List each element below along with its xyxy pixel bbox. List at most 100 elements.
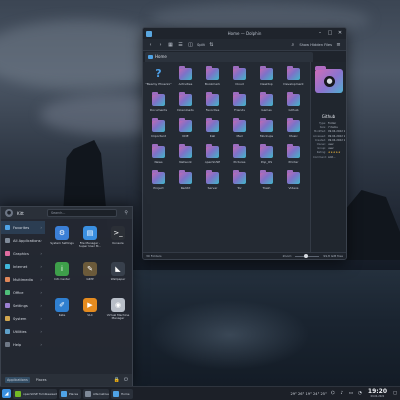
lock-icon[interactable]: 🔒 [114, 377, 120, 383]
category-item[interactable]: All Applications › [1, 234, 45, 247]
file-item[interactable]: Trash [253, 168, 280, 194]
split-icon[interactable]: ◫ [187, 42, 194, 48]
taskbar-task[interactable]: Alternative [83, 388, 109, 399]
file-item[interactable]: Server [199, 168, 226, 194]
category-item[interactable]: Graphics › [1, 247, 45, 260]
taskbar-task[interactable]: Home [111, 388, 133, 399]
taskbar-task[interactable]: Places [59, 388, 81, 399]
forward-icon[interactable]: › [157, 42, 164, 48]
search-input[interactable]: Search... [47, 209, 117, 217]
power-icon[interactable]: ⏻ [124, 377, 128, 383]
minimize-icon[interactable]: – [317, 30, 323, 36]
category-item[interactable]: Settings › [1, 299, 45, 312]
file-item[interactable]: Github [280, 90, 307, 116]
file-item[interactable]: News [145, 142, 172, 168]
split-button[interactable]: Split [197, 43, 205, 47]
close-icon[interactable]: ✕ [337, 30, 343, 36]
category-item[interactable]: Favorites › [1, 221, 45, 234]
category-item[interactable]: Multimedia › [1, 273, 45, 286]
zoom-slider[interactable] [295, 254, 320, 258]
app-icon: ◣ [111, 262, 125, 276]
file-item[interactable]: Music [280, 116, 307, 142]
icon-view-icon[interactable]: ▦ [167, 42, 174, 48]
file-item[interactable]: KDE [172, 116, 199, 142]
network-icon[interactable]: ⌬ [330, 391, 336, 396]
info-value[interactable]: Add... [328, 156, 345, 160]
file-item[interactable]: Development [280, 64, 307, 90]
file-item[interactable]: Desktop [253, 64, 280, 90]
show-hidden-button[interactable]: Show Hidden Files [299, 43, 332, 47]
category-icon [5, 342, 10, 347]
favorites-grid: ⚙ System Settings ▤ File Manager - Super Us… [48, 223, 130, 331]
app-tile[interactable]: ▶ VLC [76, 295, 104, 331]
window-titlebar[interactable]: Home — Dolphin – □ ✕ [143, 28, 346, 39]
file-item[interactable]: ? "Beamy Phoenix" [145, 64, 172, 90]
clipboard-icon[interactable]: ▭ [348, 391, 354, 396]
file-item[interactable]: Bookmark [199, 64, 226, 90]
app-tile[interactable]: >_ Konsole [104, 223, 132, 259]
app-tile[interactable]: ▤ File Manager - Super User M... [76, 223, 104, 259]
file-manager-window[interactable]: Home — Dolphin – □ ✕ ‹ › ▦ ☰ ◫ Split ⇅ ⌕… [142, 27, 347, 260]
file-item[interactable]: Friends [226, 90, 253, 116]
file-item[interactable]: Favorites [199, 90, 226, 116]
app-icon: ⚙ [55, 226, 69, 240]
category-item[interactable]: Internet › [1, 260, 45, 273]
folder-icon [179, 118, 192, 132]
app-tile[interactable]: ✐ Kate [48, 295, 76, 331]
category-item[interactable]: Help › [1, 338, 45, 351]
file-item[interactable]: Games [253, 90, 280, 116]
back-icon[interactable]: ‹ [147, 42, 154, 48]
app-tile[interactable]: ⚙ System Settings [48, 223, 76, 259]
tab-home[interactable]: Home [145, 52, 313, 62]
app-tile[interactable]: ◉ Virtual Machine Manager [104, 295, 132, 331]
app-tile[interactable]: i Info Center [48, 259, 76, 295]
file-item[interactable]: Documents [145, 90, 172, 116]
file-item[interactable]: Kali [199, 116, 226, 142]
file-item-label: Important [151, 134, 166, 138]
app-tile[interactable]: ✎ GIMP [76, 259, 104, 295]
file-item[interactable]: Printer [280, 142, 307, 168]
file-item[interactable]: Pop_OS [253, 142, 280, 168]
tab-places[interactable]: Places [34, 377, 49, 383]
digital-clock[interactable]: 19:20 09.04.2022 [368, 389, 387, 399]
app-label: VLC [87, 313, 93, 317]
file-item[interactable]: Important [145, 116, 172, 142]
pin-icon[interactable]: ⚲ [124, 210, 128, 216]
file-item[interactable]: Cloud [226, 64, 253, 90]
chevron-right-icon: › [40, 225, 42, 230]
search-icon[interactable]: ⌕ [289, 42, 296, 48]
taskbar-task[interactable]: openSUSE Tumbleweed KDE 5.24 [13, 388, 57, 399]
github-icon: ● [324, 76, 335, 87]
app-tile[interactable]: ◣ Wallpaper [104, 259, 132, 295]
show-desktop-icon[interactable]: ▢ [392, 391, 398, 396]
category-item[interactable]: System › [1, 312, 45, 325]
maximize-icon[interactable]: □ [327, 30, 333, 36]
file-item[interactable]: Videos [280, 168, 307, 194]
list-view-icon[interactable]: ☰ [177, 42, 184, 48]
file-item[interactable]: Network [172, 142, 199, 168]
file-item[interactable]: Project [145, 168, 172, 194]
category-icon [5, 316, 10, 321]
folder-icon [206, 118, 219, 132]
volume-icon[interactable]: ♪ [339, 391, 345, 396]
file-item[interactable]: Activities [172, 64, 199, 90]
category-item[interactable]: Utilities › [1, 325, 45, 338]
app-launcher-icon[interactable]: ◢ [2, 389, 11, 398]
file-item[interactable]: Reddit [172, 168, 199, 194]
avatar[interactable]: ● [5, 209, 13, 217]
file-item[interactable]: Mail [226, 116, 253, 142]
weather-widget[interactable]: 29° 26° 19° 24° 25° [290, 392, 326, 396]
category-item[interactable]: Office › [1, 286, 45, 299]
task-app-icon [85, 390, 91, 397]
application-launcher[interactable]: ● Kitt Search... ⚲ Favorites › All Applica… [0, 206, 133, 386]
file-item[interactable]: openSUSE [199, 142, 226, 168]
file-item[interactable]: Downloads [172, 90, 199, 116]
file-item[interactable]: Tor [226, 168, 253, 194]
notifications-icon[interactable]: ◔ [357, 391, 363, 396]
file-item[interactable]: Pictures [226, 142, 253, 168]
menu-icon[interactable]: ≡ [335, 42, 342, 48]
file-item[interactable]: Mockups [253, 116, 280, 142]
tab-applications[interactable]: Applications [5, 377, 30, 383]
sort-icon[interactable]: ⇅ [208, 42, 215, 48]
app-label: Virtual Machine Manager [106, 313, 130, 321]
